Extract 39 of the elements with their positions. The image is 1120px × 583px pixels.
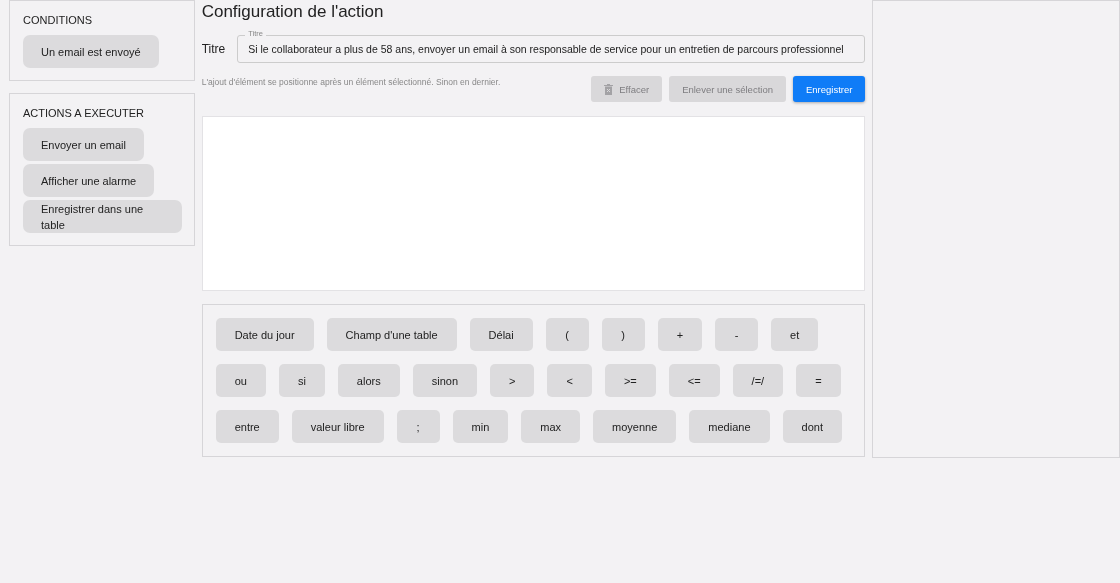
palette-item[interactable]: Enregistrer dans une table	[23, 200, 182, 233]
token-button[interactable]: max	[521, 410, 581, 443]
token-button[interactable]: >	[490, 364, 535, 397]
token-button[interactable]: <	[547, 364, 592, 397]
save-button[interactable]: Enregistrer	[792, 76, 866, 102]
token-button[interactable]: ;	[396, 410, 440, 443]
palette-item[interactable]: Envoyer un email	[23, 128, 144, 161]
token-button[interactable]: =	[796, 364, 841, 397]
section-title: CONDITIONS	[23, 14, 93, 26]
token-button[interactable]: <=	[668, 364, 720, 397]
token-button[interactable]: alors	[337, 364, 400, 397]
token-button[interactable]: -	[715, 318, 759, 351]
token-button[interactable]: sinon	[412, 364, 477, 397]
token-button[interactable]: (	[545, 318, 589, 351]
token-button[interactable]: entre	[215, 410, 279, 443]
token-button[interactable]: ou	[215, 364, 266, 397]
token-button[interactable]: valeur libre	[291, 410, 384, 443]
token-button[interactable]: dont	[782, 410, 842, 443]
section-title: ACTIONS A EXECUTER	[23, 107, 145, 119]
token-button[interactable]: )	[601, 318, 645, 351]
token-button[interactable]: /=/	[732, 364, 784, 397]
trash-icon	[604, 83, 614, 95]
palette-item[interactable]: Afficher une alarme	[23, 164, 155, 197]
token-button[interactable]: +	[657, 318, 703, 351]
token-button[interactable]: si	[278, 364, 325, 397]
field-label: Titre	[201, 42, 226, 56]
token-button[interactable]: min	[452, 410, 509, 443]
token-button[interactable]: Champ d'une table	[326, 318, 457, 351]
token-button[interactable]: >=	[604, 364, 656, 397]
expression-canvas[interactable]	[201, 116, 866, 291]
hint-text: L'ajout d'élément se positionne après un élément sélectionné. Sinon en dernier.	[201, 77, 501, 87]
token-button[interactable]: et	[771, 318, 819, 351]
token-button[interactable]: Date du jour	[215, 318, 314, 351]
palette-item[interactable]: Un email est envoyé	[23, 35, 159, 68]
token-button[interactable]: moyenne	[593, 410, 677, 443]
page-title: Configuration de l'action	[201, 2, 385, 22]
token-button[interactable]: Délai	[469, 318, 533, 351]
token-button[interactable]: mediane	[689, 410, 770, 443]
title-field[interactable]: Si le collaborateur a plus de 58 ans, envoyer un email à son responsable de service pour un entretien de parcours professionnel	[237, 35, 866, 63]
